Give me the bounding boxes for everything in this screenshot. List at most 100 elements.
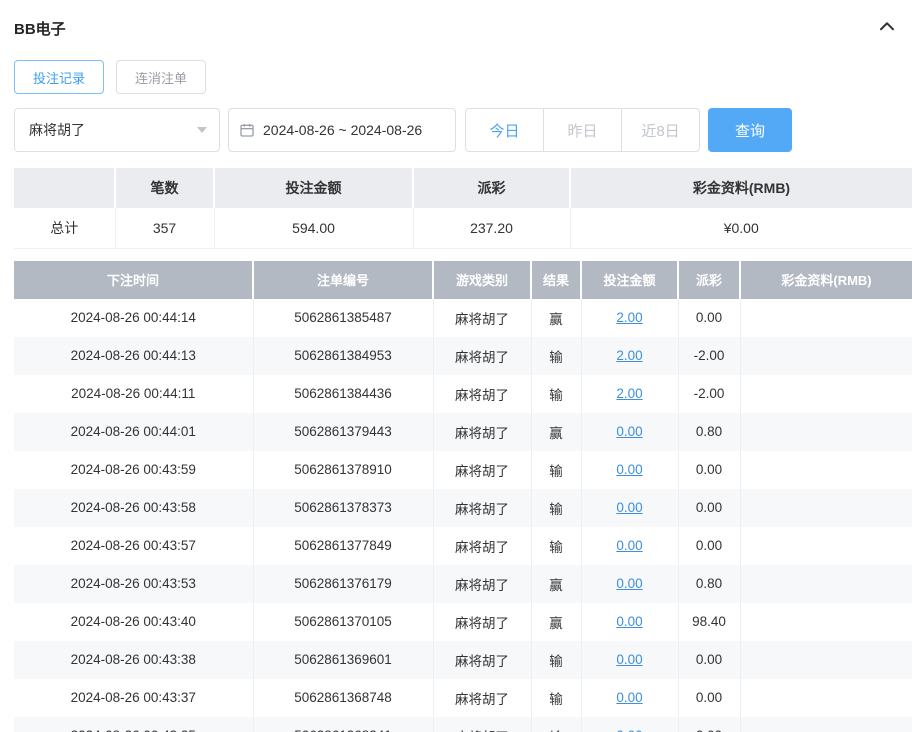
cell-bonus: [740, 641, 912, 679]
cell-result: 输: [531, 489, 581, 527]
bet-amount-link[interactable]: 0.00: [616, 500, 642, 515]
cell-result: 赢: [531, 413, 581, 451]
yesterday-button[interactable]: 昨日: [543, 108, 622, 152]
cell-bet-amount: 0.00: [581, 451, 678, 489]
table-row: 2024-08-26 00:43:35 5062861368241 麻将胡了 输…: [14, 717, 912, 732]
caret-down-icon: [197, 127, 207, 133]
bet-amount-link[interactable]: 0.00: [616, 690, 642, 705]
cell-bet-time: 2024-08-26 00:43:40: [14, 603, 253, 641]
summary-header-row: 笔数 投注金额 派彩 彩金资料(RMB): [14, 168, 912, 208]
summary-total-payout: 237.20: [413, 208, 570, 248]
cell-payout: 0.00: [678, 299, 740, 337]
bet-amount-link[interactable]: 0.00: [616, 576, 642, 591]
cell-game-type: 麻将胡了: [433, 565, 531, 603]
cell-payout: 0.80: [678, 413, 740, 451]
cell-bet-amount: 0.00: [581, 679, 678, 717]
bet-table-body: 2024-08-26 00:44:14 5062861385487 麻将胡了 赢…: [14, 299, 912, 732]
bet-table-header-row: 下注时间 注单编号 游戏类别 结果 投注金额 派彩 彩金资料(RMB): [14, 261, 912, 299]
summary-total-bonus: ¥0.00: [570, 208, 912, 248]
query-button[interactable]: 查询: [708, 108, 792, 152]
table-row: 2024-08-26 00:43:57 5062861377849 麻将胡了 输…: [14, 527, 912, 565]
page-title: BB电子: [14, 18, 66, 39]
cell-bonus: [740, 451, 912, 489]
bet-amount-link[interactable]: 2.00: [616, 310, 642, 325]
summary-header-blank: [14, 168, 115, 208]
col-header-order-id: 注单编号: [253, 261, 433, 299]
cell-bonus: [740, 375, 912, 413]
summary-total-count: 357: [115, 208, 214, 248]
cell-game-type: 麻将胡了: [433, 641, 531, 679]
last-8-days-button[interactable]: 近8日: [621, 108, 700, 152]
summary-total-label: 总计: [14, 208, 115, 248]
cell-order-id: 5062861377849: [253, 527, 433, 565]
cell-bonus: [740, 565, 912, 603]
game-select[interactable]: 麻将胡了: [14, 108, 220, 152]
bet-amount-link[interactable]: 0.00: [616, 538, 642, 553]
cell-result: 赢: [531, 603, 581, 641]
cell-bet-amount: 2.00: [581, 337, 678, 375]
col-header-bet-time: 下注时间: [14, 261, 253, 299]
tab-cancel-orders[interactable]: 连消注单: [116, 60, 206, 94]
bet-amount-link[interactable]: 0.00: [616, 614, 642, 629]
cell-payout: 0.00: [678, 641, 740, 679]
filter-bar: 麻将胡了 2024-08-26 ~ 2024-08-26 今日 昨日 近8日 查…: [14, 108, 912, 152]
tab-bet-records[interactable]: 投注记录: [14, 60, 104, 94]
cell-bet-time: 2024-08-26 00:43:53: [14, 565, 253, 603]
cell-bonus: [740, 527, 912, 565]
cell-game-type: 麻将胡了: [433, 337, 531, 375]
cell-payout: -2.00: [678, 375, 740, 413]
cell-bet-time: 2024-08-26 00:43:59: [14, 451, 253, 489]
bet-amount-link[interactable]: 0.00: [616, 462, 642, 477]
cell-result: 输: [531, 717, 581, 732]
table-row: 2024-08-26 00:44:14 5062861385487 麻将胡了 赢…: [14, 299, 912, 337]
cell-payout: 0.00: [678, 717, 740, 732]
table-row: 2024-08-26 00:43:58 5062861378373 麻将胡了 输…: [14, 489, 912, 527]
calendar-icon: [239, 122, 255, 138]
bet-amount-link[interactable]: 0.00: [616, 728, 642, 732]
summary-table: 笔数 投注金额 派彩 彩金资料(RMB) 总计 357 594.00 237.2…: [14, 168, 912, 249]
cell-bet-time: 2024-08-26 00:44:01: [14, 413, 253, 451]
cell-payout: 0.00: [678, 489, 740, 527]
cell-order-id: 5062861379443: [253, 413, 433, 451]
cell-bet-time: 2024-08-26 00:43:35: [14, 717, 253, 732]
summary-header-count: 笔数: [115, 168, 214, 208]
cell-bet-amount: 0.00: [581, 527, 678, 565]
cell-order-id: 5062861370105: [253, 603, 433, 641]
bet-amount-link[interactable]: 0.00: [616, 424, 642, 439]
cell-bet-amount: 2.00: [581, 299, 678, 337]
cell-bet-amount: 2.00: [581, 375, 678, 413]
cell-bet-time: 2024-08-26 00:43:37: [14, 679, 253, 717]
cell-game-type: 麻将胡了: [433, 679, 531, 717]
cell-game-type: 麻将胡了: [433, 527, 531, 565]
collapse-button[interactable]: [878, 18, 896, 39]
cell-order-id: 5062861378910: [253, 451, 433, 489]
cell-bet-time: 2024-08-26 00:43:38: [14, 641, 253, 679]
table-row: 2024-08-26 00:43:37 5062861368748 麻将胡了 输…: [14, 679, 912, 717]
cell-bet-time: 2024-08-26 00:43:58: [14, 489, 253, 527]
bet-amount-link[interactable]: 2.00: [616, 386, 642, 401]
chevron-up-icon: [878, 18, 896, 39]
cell-bet-time: 2024-08-26 00:44:14: [14, 299, 253, 337]
cell-result: 赢: [531, 565, 581, 603]
cell-bonus: [740, 299, 912, 337]
cell-game-type: 麻将胡了: [433, 489, 531, 527]
cell-game-type: 麻将胡了: [433, 717, 531, 732]
bet-amount-link[interactable]: 2.00: [616, 348, 642, 363]
cell-payout: 0.00: [678, 527, 740, 565]
bet-amount-link[interactable]: 0.00: [616, 652, 642, 667]
date-range-input[interactable]: 2024-08-26 ~ 2024-08-26: [228, 108, 456, 152]
cell-result: 输: [531, 451, 581, 489]
summary-header-bet-amount: 投注金额: [214, 168, 413, 208]
cell-result: 输: [531, 641, 581, 679]
cell-bet-time: 2024-08-26 00:44:13: [14, 337, 253, 375]
cell-game-type: 麻将胡了: [433, 413, 531, 451]
cell-order-id: 5062861378373: [253, 489, 433, 527]
bet-table: 下注时间 注单编号 游戏类别 结果 投注金额 派彩 彩金资料(RMB) 2024…: [14, 261, 912, 732]
today-button[interactable]: 今日: [465, 108, 544, 152]
cell-payout: 98.40: [678, 603, 740, 641]
game-select-value: 麻将胡了: [29, 120, 85, 140]
cell-game-type: 麻将胡了: [433, 603, 531, 641]
cell-bonus: [740, 679, 912, 717]
summary-header-payout: 派彩: [413, 168, 570, 208]
cell-bonus: [740, 489, 912, 527]
